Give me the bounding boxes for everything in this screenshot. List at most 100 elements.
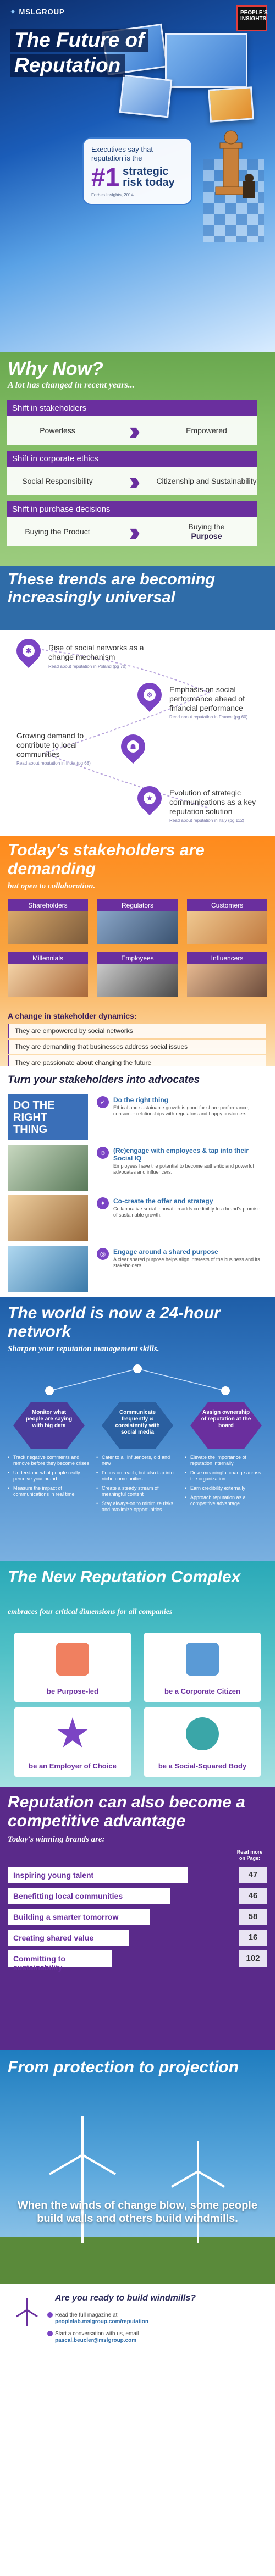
trends-title: These trends are becoming increasingly u… <box>8 571 216 606</box>
ranking-bar: Building a smarter tomorrow <box>8 1909 150 1925</box>
shift-heading: Shift in corporate ethics <box>7 451 257 467</box>
employees-photo <box>97 964 178 997</box>
complex-subtitle: embraces four critical dimensions for al… <box>8 1608 173 1616</box>
network-column: Assign ownership of reputation at the bo… <box>185 1402 267 1510</box>
strategy-icon: ★ <box>132 781 167 816</box>
competitive-title: Reputation can also become a competitive… <box>8 1793 245 1830</box>
stakeholder-dynamics: A change in stakeholder dynamics: They a… <box>8 1011 266 1066</box>
dynamics-item: They are empowered by social networks <box>8 1024 266 1038</box>
why-now-title: Why Now? <box>8 358 103 379</box>
lightbulb-icon: ✦ <box>97 1197 109 1209</box>
network-column: Monitor what people are saying with big … <box>8 1402 90 1501</box>
gears-icon: ⚙ <box>132 677 167 712</box>
footer-question: Are you ready to build windmills? <box>55 2293 196 2303</box>
ranking-row: Creating shared value 16 <box>8 1930 267 1948</box>
dimension-card: be Purpose-led <box>14 1633 131 1702</box>
advocate-item: ◎ Engage around a shared purpose A clear… <box>97 1248 262 1269</box>
network-nodes-graphic <box>45 1364 230 1395</box>
network-title: The world is now a 24-hour network <box>8 1304 221 1341</box>
cocreate-photo <box>8 1195 88 1241</box>
windmills-image <box>0 2116 275 2284</box>
mslgroup-logo: ✦ MSLGROUP <box>10 8 65 16</box>
footer-line-email: Start a conversation with us, email pasc… <box>47 2331 139 2344</box>
reputation-complex-section: The New Reputation Complex embraces four… <box>0 1561 275 1787</box>
regulators-photo <box>97 911 178 944</box>
hero-section: ✦ MSLGROUP PEOPLE'S INSIGHTS The Future … <box>0 0 275 352</box>
tile-shareholders: Shareholders <box>8 899 88 944</box>
quote-source: Forbes Insights, 2014 <box>91 192 134 197</box>
email-link[interactable]: pascal.beucler@mslgroup.com <box>55 2337 136 2343</box>
why-now-section: Why Now? A lot has changed in recent yea… <box>0 352 275 566</box>
citizen-icon <box>186 1643 219 1676</box>
network-section: The world is now a 24-hour network Sharp… <box>0 1297 275 1561</box>
ranking-row: Benefitting local communities 46 <box>8 1888 267 1906</box>
trend-item: ✱ Rise of social networks as a change me… <box>11 633 248 677</box>
windmill-icon <box>16 2298 38 2326</box>
page-number: 46 <box>239 1888 267 1904</box>
ranking-bar: Committing to sustainability <box>8 1950 112 1972</box>
star-icon <box>57 1717 89 1748</box>
advocate-item: ✦ Co-create the offer and strategy Colla… <box>97 1197 262 1218</box>
shift-heading: Shift in purchase decisions <box>7 501 257 517</box>
shift-to: Empowered <box>186 425 227 435</box>
infographic: ✦ MSLGROUP PEOPLE'S INSIGHTS The Future … <box>0 0 275 2576</box>
trend-item: ★ Evolution of strategic communications … <box>132 781 275 830</box>
shift-stakeholders: Shift in stakeholders Powerless ›› Empow… <box>7 400 257 445</box>
quote-emphasis: strategic risk today <box>123 165 175 189</box>
purpose-icon <box>56 1643 89 1676</box>
advocate-item: ✓ Do the right thing Ethical and sustain… <box>97 1096 262 1117</box>
tile-regulators: Regulators <box>97 899 178 944</box>
network-icon: ✱ <box>11 633 46 668</box>
chess-pieces-image <box>204 121 264 242</box>
shift-heading: Shift in stakeholders <box>7 400 257 416</box>
trends-section: These trends are becoming increasingly u… <box>0 566 275 836</box>
network-subtitle: Sharpen your reputation management skill… <box>8 1345 160 1353</box>
millennials-photo <box>8 964 88 997</box>
target-icon: ◎ <box>97 1248 109 1260</box>
dimension-card: be a Corporate Citizen <box>144 1633 261 1702</box>
shift-from: Buying the Product <box>25 527 90 536</box>
tile-customers: Customers <box>187 899 267 944</box>
community-icon: ☗ <box>116 729 151 764</box>
page-title: The Future of Reputation <box>10 29 149 79</box>
advocates-section: Turn your stakeholders into advocates DO… <box>0 1066 275 1297</box>
column-heading: Monitor what people are saying with big … <box>13 1402 85 1449</box>
dynamics-title: A change in stakeholder dynamics: <box>8 1011 137 1020</box>
page-number: 58 <box>239 1909 267 1925</box>
shared-purpose-photo <box>8 1246 88 1292</box>
read-more-header: Read more on Page: <box>237 1849 263 1861</box>
complex-title: The New Reputation Complex <box>8 1568 241 1586</box>
shift-to: Citizenship and Sustainability <box>156 476 257 485</box>
hero-quote-bubble: Executives say that reputation is the #1… <box>82 137 193 205</box>
footer-section: Are you ready to build windmills? Read t… <box>0 2284 275 2356</box>
magazine-link[interactable]: peoplelab.mslgroup.com/reputation <box>55 2319 148 2325</box>
trends-banner: These trends are becoming increasingly u… <box>0 566 275 630</box>
ranking-bar: Benefitting local communities <box>8 1888 170 1904</box>
ranking-bar: Inspiring young talent <box>8 1867 188 1883</box>
check-icon: ✓ <box>97 1096 109 1108</box>
ranking-row: Inspiring young talent 47 <box>8 1867 267 1886</box>
dimension-card: be a Social-Squared Body <box>144 1707 261 1777</box>
network-column: Communicate frequently & consistently wi… <box>96 1402 179 1516</box>
do-the-right-thing-image: DO THE RIGHT THING <box>8 1094 88 1140</box>
windmill-quote: When the winds of change blow, some peop… <box>18 2199 257 2225</box>
projection-title: From protection to projection <box>8 2058 239 2076</box>
stakeholders-title: Today's stakeholders are demanding <box>8 841 205 878</box>
stakeholders-subtitle: but open to collaboration. <box>8 882 96 891</box>
influencers-photo <box>187 964 267 997</box>
trend-item: Growing demand to contribute to local co… <box>16 729 248 775</box>
shift-from: Social Responsibility <box>22 476 93 485</box>
dimension-card: be an Employer of Choice <box>14 1707 131 1777</box>
page-number: 16 <box>239 1930 267 1946</box>
footer-line-magazine: Read the full magazine at peoplelab.mslg… <box>47 2312 148 2325</box>
dynamics-item: They are demanding that businesses addre… <box>8 1040 266 1054</box>
shift-from: Powerless <box>40 425 75 435</box>
quote-intro: Executives say that reputation is the <box>91 145 153 162</box>
shift-corporate-ethics: Shift in corporate ethics Social Respons… <box>7 451 257 495</box>
column-heading: Communicate frequently & consistently wi… <box>102 1402 173 1449</box>
trend-item: ⚙ Emphasis on social performance ahead o… <box>132 677 275 727</box>
chevron-right-icon: ›› <box>129 467 141 495</box>
stakeholders-section: Today's stakeholders are demanding but o… <box>0 836 275 1066</box>
column-heading: Assign ownership of reputation at the bo… <box>190 1402 262 1449</box>
tile-influencers: Influencers <box>187 952 267 997</box>
